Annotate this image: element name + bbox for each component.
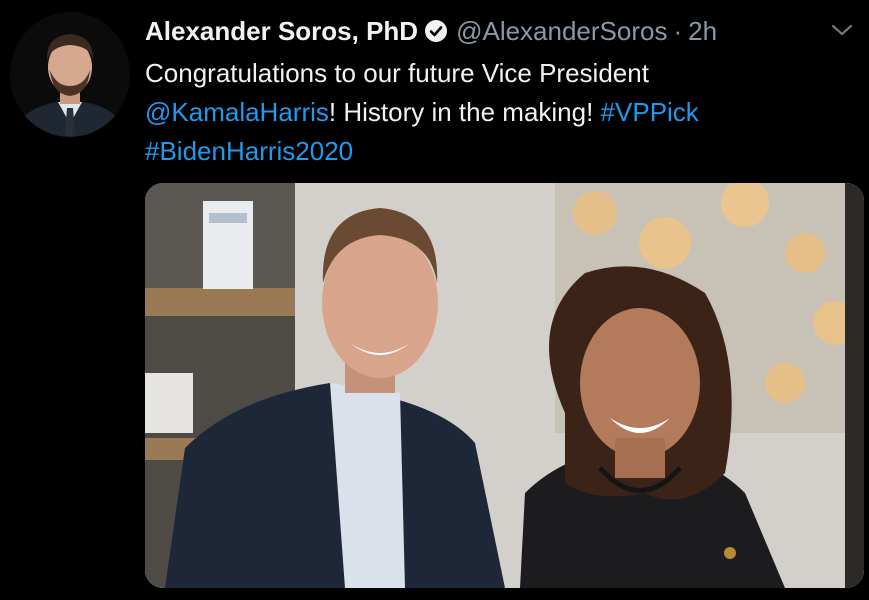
- user-handle[interactable]: @AlexanderSoros: [456, 14, 667, 48]
- avatar-image: [10, 12, 130, 137]
- tweet-photo[interactable]: [145, 183, 864, 588]
- hashtag-link-vppick[interactable]: #VPPick: [601, 97, 699, 127]
- timestamp[interactable]: 2h: [688, 14, 717, 48]
- verified-badge-icon: [424, 19, 448, 43]
- tweet-text-line-1: Congratulations to our future Vice Presi…: [145, 58, 649, 88]
- chevron-down-icon[interactable]: [829, 20, 855, 40]
- tweet-text-line-2: @KamalaHarris! History in the making! #V…: [145, 93, 845, 132]
- mention-link[interactable]: @KamalaHarris: [145, 97, 329, 127]
- avatar[interactable]: [10, 12, 130, 137]
- display-name[interactable]: Alexander Soros, PhD: [145, 14, 418, 48]
- hashtag-link-bidenharris2020[interactable]: #BidenHarris2020: [145, 136, 353, 166]
- photo-image: [145, 183, 864, 588]
- tweet-text: Congratulations to our future Vice Presi…: [145, 54, 845, 171]
- tweet-text-fragment: ! History in the making!: [328, 97, 601, 127]
- tweet-text-line-3: #BidenHarris2020: [145, 132, 845, 171]
- tweet-header: Alexander Soros, PhD @AlexanderSoros · 2…: [145, 14, 717, 48]
- separator-dot: ·: [673, 16, 683, 46]
- tweet[interactable]: Alexander Soros, PhD @AlexanderSoros · 2…: [0, 0, 869, 600]
